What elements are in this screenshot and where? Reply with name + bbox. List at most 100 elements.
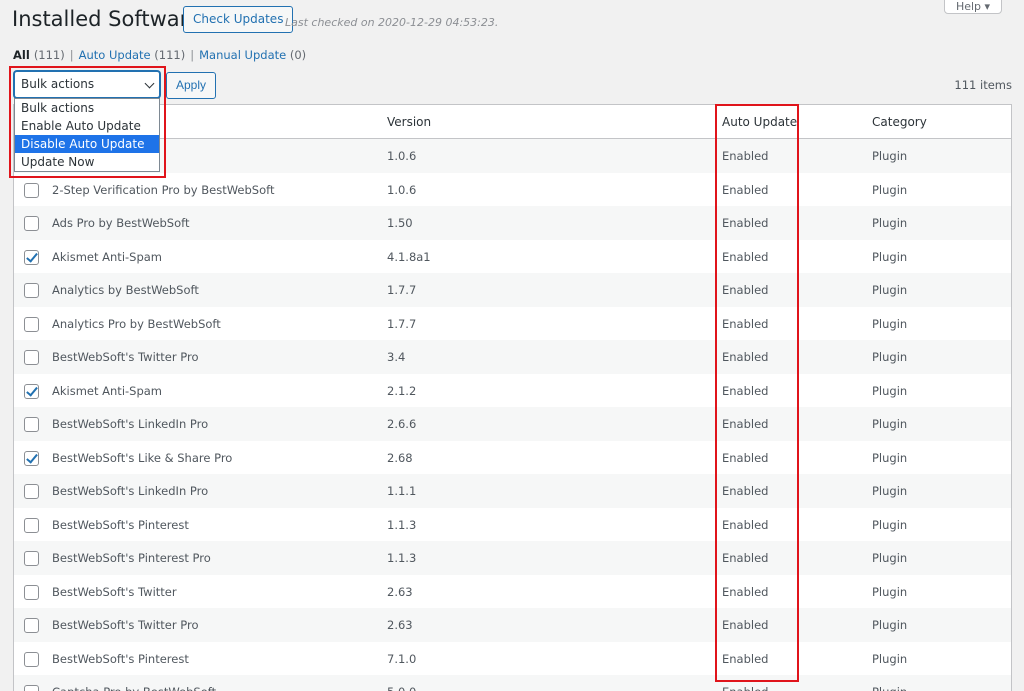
plugin-category: Plugin [872,651,908,666]
filter-manual-update[interactable]: Manual Update (0) [199,48,306,62]
row-checkbox[interactable] [24,316,39,332]
auto-update-status: Enabled [722,484,769,498]
plugin-category: Plugin [872,249,908,264]
column-header-version[interactable]: Version [387,115,431,129]
row-checkbox[interactable] [24,618,39,633]
plugin-name: BestWebSoft's Twitter Pro [52,350,199,364]
auto-update-status: Enabled [722,316,769,331]
plugin-version: 2.6.6 [387,417,417,431]
table-row: BestWebSoft's Twitter 2.63 Enabled Plugin [14,575,1011,609]
row-checkbox[interactable] [24,551,39,566]
dropdown-option[interactable]: Enable Auto Update [15,117,159,135]
plugin-name: BestWebSoft's Pinterest Pro [52,551,211,565]
column-header-auto-update[interactable]: Auto Update [722,115,797,129]
chevron-down-icon [144,78,155,89]
row-checkbox[interactable] [24,350,39,365]
auto-update-status: Enabled [722,417,769,431]
dropdown-option[interactable]: Update Now [15,153,159,171]
plugin-category: Plugin [872,618,908,632]
apply-button[interactable]: Apply [166,72,216,99]
row-checkbox[interactable] [24,450,39,466]
table-row: BestWebSoft's Pinterest Pro 1.1.3 Enabled P… [14,541,1011,575]
last-checked-text: Last checked on 2020-12-29 04:53:23. [285,16,499,29]
plugin-category: Plugin [872,316,908,331]
plugin-category: Plugin [872,685,907,691]
row-checkbox[interactable] [24,651,39,667]
plugin-version: 4.1.8a1 [387,249,431,264]
dropdown-option[interactable]: Disable Auto Update [15,135,159,153]
table-row: BestWebSoft's LinkedIn Pro 2.6.6 Enabled Pl… [14,407,1011,441]
auto-update-status: Enabled [722,383,769,398]
plugin-name: BestWebSoft's Pinterest [52,517,189,532]
dropdown-option[interactable]: Bulk actions [15,99,159,117]
plugin-version: 1.50 [387,216,413,230]
bulk-actions-select[interactable]: Bulk actions [14,71,160,98]
row-checkbox[interactable] [24,484,39,499]
row-checkbox[interactable] [24,517,39,533]
table-row: Ads Pro by BestWebSoft 1.50 Enabled Plugin [14,206,1011,240]
plugin-version: 2.63 [387,584,413,599]
auto-update-status: Enabled [722,551,769,565]
auto-update-status: Enabled [722,149,769,163]
row-checkbox[interactable] [24,584,39,600]
software-table: Version Auto Update Category BestWebSoft… [13,104,1012,691]
table-row: BestWebSoft's Pinterest 1.1.3 Enabled Plugi… [14,508,1011,542]
auto-update-status: Enabled [722,283,769,297]
filter-links: All (111) | Auto Update (111) | Manual Updat… [13,48,307,62]
auto-update-status: Enabled [722,182,769,197]
plugin-version: 3.4 [387,350,406,364]
auto-update-status: Enabled [722,584,769,599]
plugin-version: 1.0.6 [387,182,417,197]
table-row: BestWebSoft's LinkedIn Pro 1.1.1 Enabled Pl… [14,474,1011,508]
row-checkbox[interactable] [24,685,39,691]
row-checkbox[interactable] [24,182,39,198]
plugin-name: Analytics by BestWebSoft [52,283,199,297]
plugin-category: Plugin [872,149,908,163]
table-row: 2-Step Verification Pro by BestWebSoft 1.… [14,173,1011,207]
plugin-name: 2-Step Verification Pro by BestWebSoft [52,182,275,197]
items-count: 111 items [954,78,1012,92]
plugin-name: BestWebSoft's Twitter [52,584,177,599]
auto-update-status: Enabled [722,216,769,230]
table-body: BestWebSoft1.0.6EnabledPlugin2-Step Veri… [14,139,1011,691]
filter-all[interactable]: All (111) [13,48,65,62]
plugin-name: Ads Pro by BestWebSoft [52,216,190,230]
plugin-name: Captcha Pro by BestWebSoft [52,685,216,691]
plugin-version: 5.0.0 [387,685,416,691]
plugin-version: 1.0.6 [387,149,417,163]
plugin-name: Analytics Pro by BestWebSoft [52,316,221,331]
plugin-version: 1.1.3 [387,517,417,532]
plugin-version: 2.1.2 [387,383,417,398]
plugin-name: Akismet Anti-Spam [52,249,163,264]
row-checkbox[interactable] [24,383,39,399]
plugin-category: Plugin [872,350,908,364]
table-row: Akismet Anti-Spam 2.1.2 Enabled Plugin [14,374,1011,408]
plugin-name: BestWebSoft's LinkedIn Pro [52,484,209,498]
table-row: BestWebSoft1.0.6EnabledPlugin [14,139,1011,173]
help-button[interactable]: Help ▾ [944,0,1002,14]
row-checkbox[interactable] [24,249,39,265]
row-checkbox[interactable] [24,216,39,231]
plugin-category: Plugin [872,383,908,398]
table-row: BestWebSoft's Pinterest 7.1.0 Enabled Plugi… [14,642,1011,676]
auto-update-status: Enabled [722,350,769,364]
column-header-category[interactable]: Category [872,115,927,129]
table-row: BestWebSoft's Like & Share Pro 2.68 Enable… [14,441,1011,475]
plugin-version: 1.7.7 [387,283,417,297]
row-checkbox[interactable] [24,283,39,298]
table-row: BestWebSoft's Twitter Pro 3.4 Enabled Plugi… [14,340,1011,374]
auto-update-status: Enabled [722,618,769,632]
plugin-name: BestWebSoft's Like & Share Pro [52,450,233,465]
auto-update-status: Enabled [722,249,769,264]
plugin-category: Plugin [872,551,908,565]
check-updates-button[interactable]: Check Updates [183,6,294,33]
row-checkbox[interactable] [24,417,39,432]
plugin-category: Plugin [872,517,908,532]
plugin-category: Plugin [872,182,908,197]
filter-auto-update[interactable]: Auto Update (111) [79,48,186,62]
bulk-actions-dropdown: Bulk actions Enable Auto Update Disable Au… [14,98,160,172]
plugin-version: 7.1.0 [387,651,417,666]
plugin-version: 2.63 [387,618,413,632]
plugin-category: Plugin [872,450,908,465]
auto-update-status: Enabled [722,651,769,666]
